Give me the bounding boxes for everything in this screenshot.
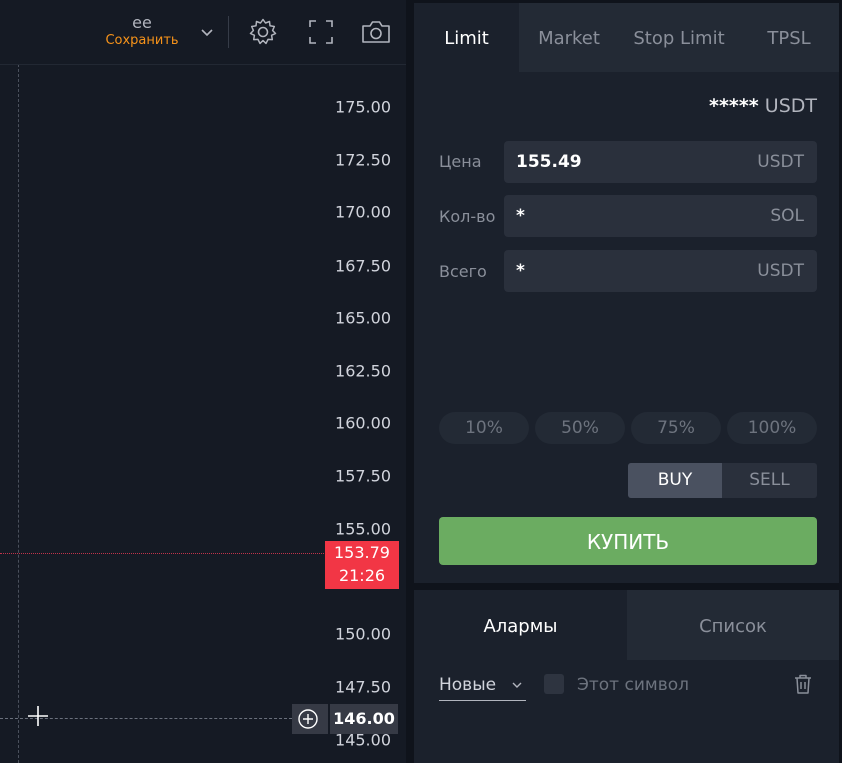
crosshair-vertical-line [18,64,19,763]
balance-mask: ***** [709,95,759,117]
this-symbol-label: Этот символ [577,675,689,695]
tab-alarms[interactable]: Алармы [414,590,627,660]
fullscreen-icon[interactable] [305,16,337,48]
percent-button-10[interactable]: 10% [439,412,529,444]
price-tick: 157.50 [335,466,391,486]
order-type-tabs: Limit Market Stop Limit TPSL [414,3,839,72]
chart-toolbar: ee Сохранить [0,0,406,65]
price-tick: 175.00 [335,97,391,117]
crosshair-cursor-icon [28,706,48,726]
plus-circle-icon [298,709,318,729]
percent-button-50[interactable]: 50% [535,412,625,444]
this-symbol-checkbox[interactable] [544,674,564,694]
quantity-input-value: * [516,206,525,226]
layout-name: ee [132,13,152,32]
available-balance: ***** USDT [709,95,817,117]
last-price-badge: 153.79 21:26 [325,541,399,589]
quantity-input-unit: SOL [770,206,804,226]
price-input-value: 155.49 [516,152,582,172]
price-tick: 155.00 [335,519,391,539]
tab-list[interactable]: Список [627,590,839,660]
tab-market[interactable]: Market [519,3,619,72]
price-tick: 167.50 [335,256,391,276]
price-label: Цена [439,152,482,171]
quantity-label: Кол-во [439,207,496,226]
order-panel: Limit Market Stop Limit TPSL ***** USDT … [414,3,839,583]
tab-stop-limit[interactable]: Stop Limit [619,3,739,72]
camera-icon[interactable] [360,16,392,48]
tab-limit[interactable]: Limit [414,3,519,72]
price-tick: 172.50 [335,150,391,170]
add-alert-button[interactable] [292,704,328,734]
chevron-down-icon [512,682,522,688]
percent-button-100[interactable]: 100% [727,412,817,444]
last-price-value: 153.79 [334,543,390,562]
save-label: Сохранить [105,33,179,48]
price-tick: 162.50 [335,361,391,381]
sell-toggle-button[interactable]: SELL [722,463,817,498]
total-label: Всего [439,262,487,281]
price-input[interactable]: 155.49 USDT [504,141,817,183]
total-input[interactable]: * USDT [504,250,817,292]
toolbar-divider [228,16,229,48]
quantity-input[interactable]: * SOL [504,195,817,237]
last-price-line [0,553,326,554]
price-input-unit: USDT [757,152,804,172]
total-input-value: * [516,261,525,281]
layout-save-button[interactable]: ee Сохранить [100,14,184,50]
price-tick: 160.00 [335,413,391,433]
tab-tpsl[interactable]: TPSL [739,3,839,72]
chevron-down-icon[interactable] [196,16,218,48]
alarms-panel: Алармы Список Новые Этот символ [414,590,839,763]
gear-icon[interactable] [247,16,279,48]
crosshair-price-label: 146.00 [330,704,398,734]
price-tick: 147.50 [335,677,391,697]
total-input-unit: USDT [757,261,804,281]
percent-button-75[interactable]: 75% [631,412,721,444]
price-tick: 170.00 [335,202,391,222]
chart-area[interactable]: ee Сохранить 175.00 172.50 170.00 167.50… [0,0,406,763]
price-axis[interactable]: 175.00 172.50 170.00 167.50 165.00 162.5… [300,64,406,763]
trash-icon[interactable] [792,672,814,696]
buy-submit-button[interactable]: КУПИТЬ [439,517,817,565]
side-toggle: BUY SELL [628,463,817,498]
balance-unit: USDT [764,95,817,117]
alarm-filter-value: Новые [439,675,497,695]
alarm-filter-dropdown[interactable]: Новые [439,670,526,701]
price-tick: 165.00 [335,308,391,328]
buy-toggle-button[interactable]: BUY [628,463,722,498]
price-tick: 150.00 [335,624,391,644]
bar-countdown: 21:26 [338,566,386,585]
